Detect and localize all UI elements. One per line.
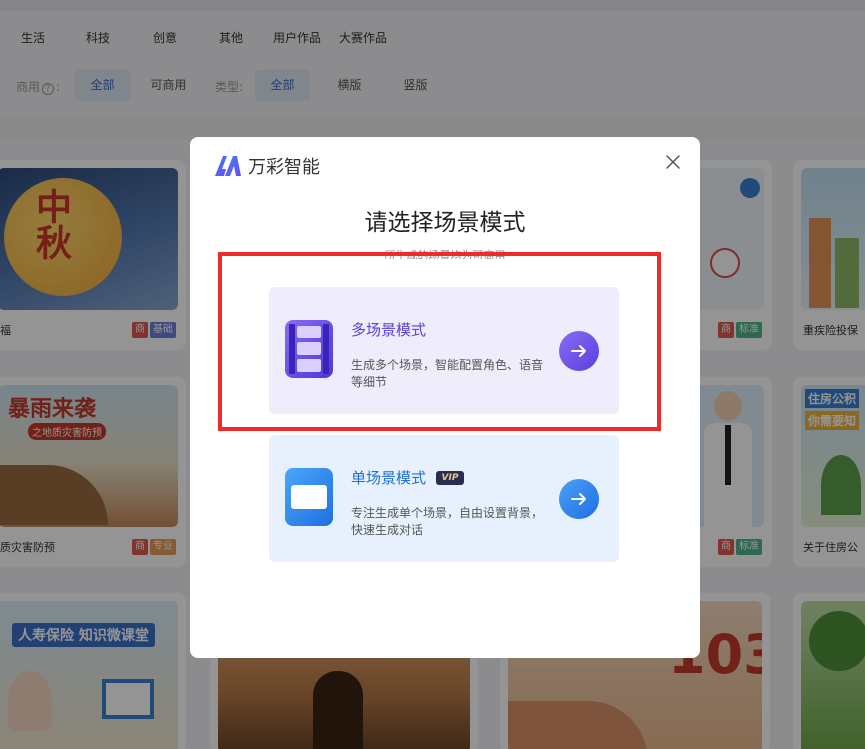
single-scene-option[interactable]: 单场景模式 VIP 专注生成单个场景，自由设置背景，快速生成对话 bbox=[269, 435, 619, 562]
single-scene-desc: 专注生成单个场景，自由设置背景，快速生成对话 bbox=[351, 506, 544, 537]
highlight-box bbox=[218, 252, 661, 431]
dialog-title: 请选择场景模式 bbox=[364, 210, 526, 236]
single-scene-arrow-button[interactable] bbox=[559, 479, 599, 519]
single-scene-title: 单场景模式 VIP bbox=[351, 467, 465, 488]
single-scene-name: 单场景模式 bbox=[351, 469, 427, 487]
brand: 万彩智能 bbox=[214, 153, 320, 179]
single-frame-icon bbox=[285, 468, 333, 526]
arrow-right-icon bbox=[571, 493, 586, 505]
close-icon[interactable] bbox=[664, 153, 682, 171]
brand-name: 万彩智能 bbox=[248, 157, 320, 178]
vip-badge: VIP bbox=[436, 470, 465, 485]
brand-logo-icon bbox=[215, 156, 241, 176]
